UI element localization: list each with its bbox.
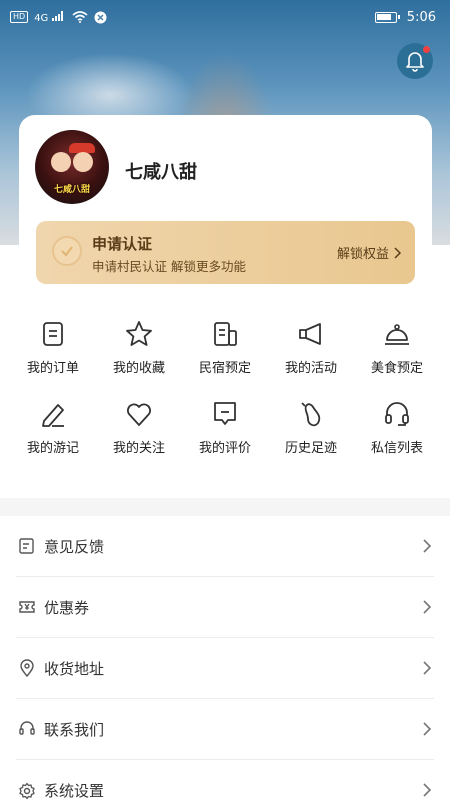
chevron-right-icon bbox=[394, 246, 401, 259]
homestay-icon bbox=[214, 322, 237, 346]
grid-label: 民宿预定 bbox=[198, 361, 251, 376]
chevron-right-icon bbox=[423, 722, 432, 736]
section-divider bbox=[0, 498, 450, 516]
grid-item-following[interactable]: 我的关注 bbox=[96, 397, 182, 477]
menu-item-contact[interactable]: 联系我们 bbox=[16, 699, 434, 760]
menu-label: 联系我们 bbox=[44, 720, 105, 739]
grid-label: 我的评价 bbox=[198, 441, 251, 456]
star-icon bbox=[126, 321, 152, 346]
feature-grid: 我的订单 我的收藏 民宿预定 我的活动 美食预定 我的游记 我的关注 我的评价 … bbox=[10, 317, 440, 477]
avatar-logo-text: 七咸八甜 bbox=[53, 185, 90, 195]
footprint-icon bbox=[301, 402, 321, 427]
unlock-benefits-link[interactable]: 解锁权益 bbox=[337, 243, 401, 262]
menu-item-feedback[interactable]: 意见反馈 bbox=[16, 516, 434, 577]
headset-icon bbox=[385, 402, 409, 426]
chevron-right-icon bbox=[423, 783, 432, 797]
network-type: 4G bbox=[34, 12, 49, 24]
menu-label: 优惠券 bbox=[44, 598, 90, 617]
grid-label: 我的收藏 bbox=[112, 361, 165, 376]
verify-subtitle: 申请村民认证 解锁更多功能 bbox=[92, 259, 246, 274]
menu-item-coupons[interactable]: 优惠券 bbox=[16, 577, 434, 638]
grid-item-reviews[interactable]: 我的评价 bbox=[182, 397, 268, 477]
hd-indicator: HD bbox=[10, 11, 29, 23]
grid-item-history[interactable]: 历史足迹 bbox=[268, 397, 354, 477]
menu-item-settings[interactable]: 系统设置 bbox=[16, 760, 434, 800]
menu-item-address[interactable]: 收货地址 bbox=[16, 638, 434, 699]
wifi-icon bbox=[71, 11, 88, 23]
clock-time: 5:06 bbox=[406, 9, 436, 25]
avatar[interactable]: 七咸八甜 bbox=[35, 130, 109, 204]
signal-icon: 4G bbox=[34, 10, 65, 24]
status-bar: HD 4G 5:06 bbox=[0, 0, 450, 34]
grid-label: 我的订单 bbox=[26, 361, 79, 376]
settings-menu: 意见反馈 优惠券 收货地址 联系我们 系统设置 bbox=[0, 516, 450, 800]
grid-label: 我的活动 bbox=[284, 361, 337, 376]
pen-icon bbox=[42, 404, 64, 427]
settings-icon bbox=[19, 782, 35, 799]
username: 七咸八甜 bbox=[125, 162, 197, 183]
avatar-face-shape bbox=[51, 152, 71, 172]
grid-item-homestay[interactable]: 民宿预定 bbox=[182, 317, 268, 397]
grid-label: 历史足迹 bbox=[284, 441, 337, 456]
menu-label: 收货地址 bbox=[44, 659, 105, 678]
grid-item-travel-notes[interactable]: 我的游记 bbox=[10, 397, 96, 477]
grid-label: 我的关注 bbox=[112, 441, 165, 456]
battery-icon bbox=[374, 11, 400, 23]
grid-label: 我的游记 bbox=[26, 441, 79, 456]
grid-label: 私信列表 bbox=[370, 441, 423, 456]
avatar-face-shape bbox=[73, 152, 93, 172]
comment-icon bbox=[214, 402, 236, 425]
food-cloche-icon bbox=[385, 324, 409, 345]
bell-icon bbox=[406, 52, 424, 72]
feedback-icon bbox=[19, 538, 34, 554]
heart-icon bbox=[127, 403, 151, 426]
support-icon bbox=[19, 721, 35, 735]
verify-badge-icon bbox=[52, 236, 82, 266]
chevron-right-icon bbox=[423, 539, 432, 553]
menu-label: 系统设置 bbox=[44, 782, 105, 800]
coupon-icon bbox=[19, 601, 35, 613]
grid-item-food[interactable]: 美食预定 bbox=[354, 317, 440, 397]
grid-item-messages[interactable]: 私信列表 bbox=[354, 397, 440, 477]
menu-label: 意见反馈 bbox=[44, 537, 105, 556]
notification-dot bbox=[423, 46, 430, 53]
profile-card: 七咸八甜 七咸八甜 申请认证 申请村民认证 解锁更多功能 解锁权益 bbox=[19, 115, 432, 300]
unlock-benefits-label: 解锁权益 bbox=[336, 247, 389, 262]
grid-item-favorites[interactable]: 我的收藏 bbox=[96, 317, 182, 397]
chevron-right-icon bbox=[423, 661, 432, 675]
grid-item-activities[interactable]: 我的活动 bbox=[268, 317, 354, 397]
verify-banner[interactable]: 申请认证 申请村民认证 解锁更多功能 解锁权益 bbox=[36, 221, 415, 284]
megaphone-icon bbox=[299, 323, 321, 345]
app-status-icon bbox=[94, 11, 106, 23]
verify-title: 申请认证 bbox=[92, 235, 153, 253]
order-icon bbox=[43, 322, 63, 346]
chevron-right-icon bbox=[423, 600, 432, 614]
notification-button[interactable] bbox=[397, 43, 433, 79]
grid-label: 美食预定 bbox=[370, 361, 423, 376]
grid-item-orders[interactable]: 我的订单 bbox=[10, 317, 96, 397]
location-icon bbox=[20, 659, 34, 677]
